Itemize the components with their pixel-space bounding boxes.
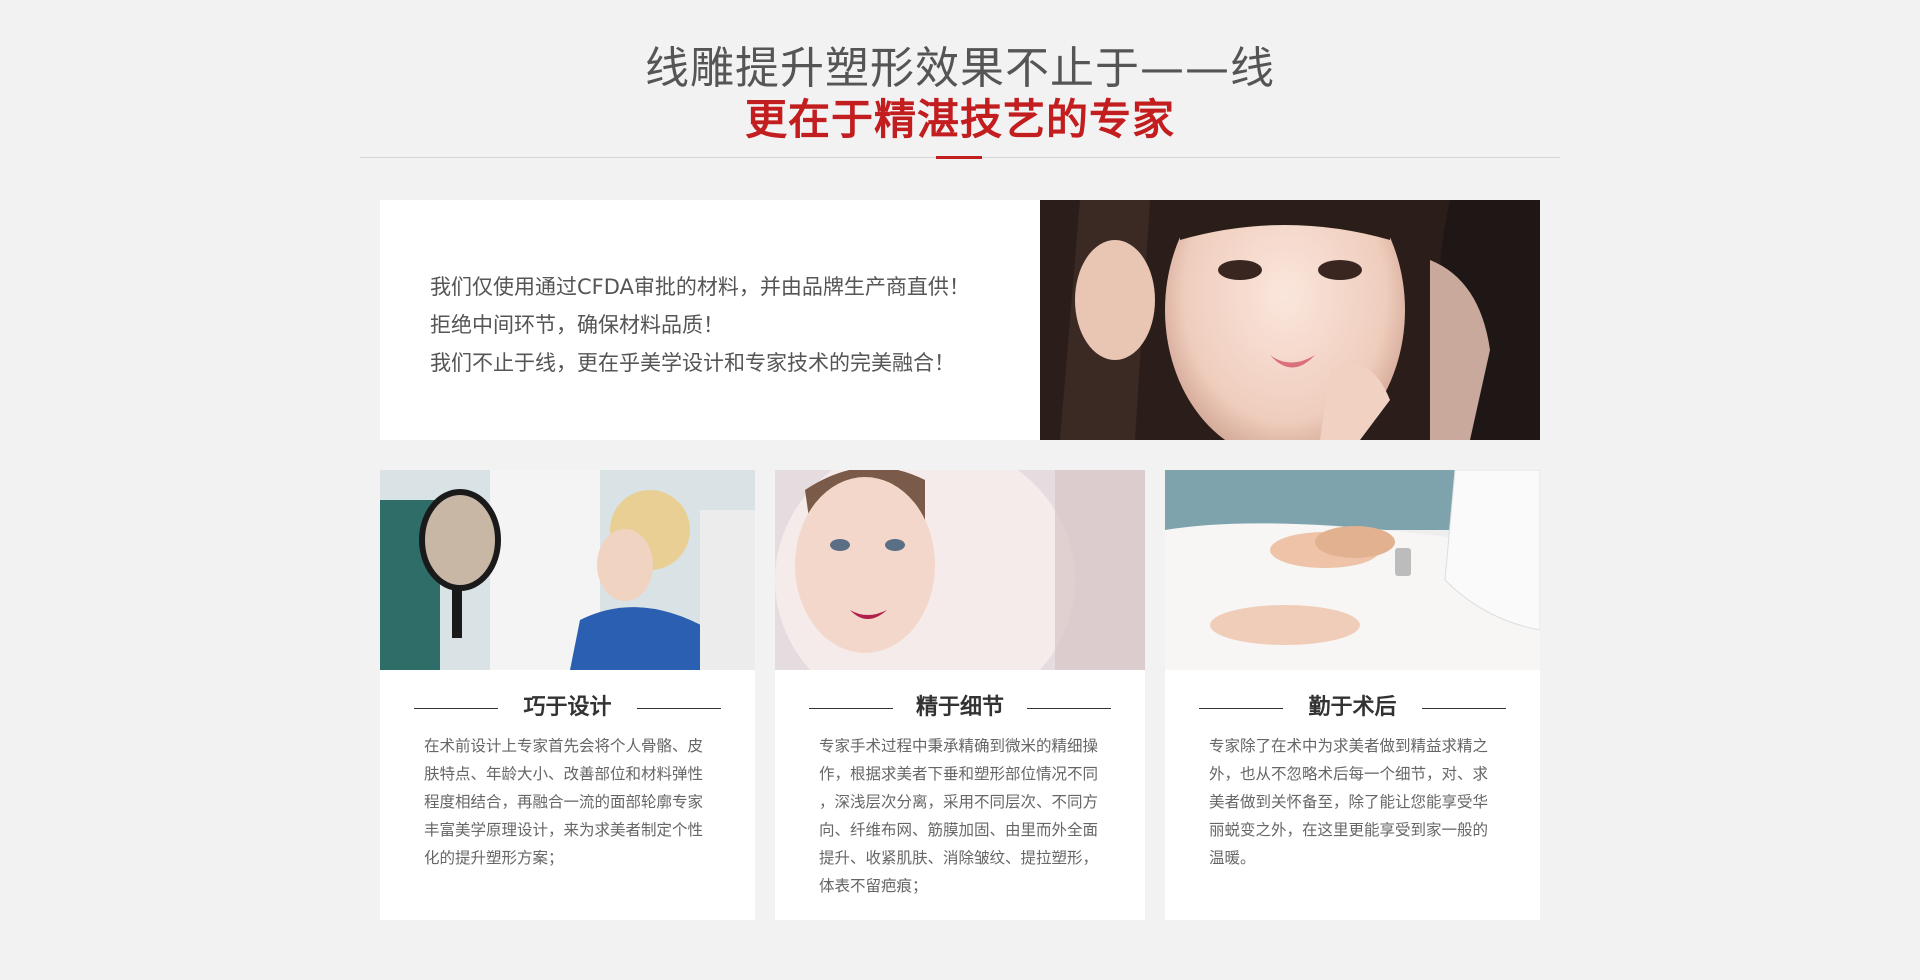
- card-text-line: 温暖。: [1209, 849, 1256, 867]
- card-text-line: 在术前设计上专家首先会将个人骨骼、皮: [424, 737, 704, 755]
- card-heading: 精于细节: [775, 692, 1145, 724]
- header-subtitle: 更在于精湛技艺的专家: [744, 95, 1175, 144]
- doctor-patient-illustration: [380, 470, 755, 670]
- card-text-line: 化的提升塑形方案；: [424, 849, 564, 867]
- card-text-line: 丽蜕变之外，在这里更能享受到家一般的: [1209, 821, 1489, 839]
- intro-line: 我们不止于线，更在乎美学设计和专家技术的完美融合！: [430, 351, 955, 375]
- card-heading: 巧于设计: [380, 692, 755, 724]
- intro-line: 我们仅使用通过CFDA审批的材料，并由品牌生产商直供！: [430, 275, 970, 299]
- heading-rule-right: [637, 708, 721, 709]
- card-text-line: 外，也从不忽略术后每一个细节，对、求: [1209, 765, 1489, 783]
- header-accent-bar: [936, 156, 982, 159]
- card-description: 专家除了在术中为求美者做到精益求精之 外，也从不忽略术后每一个细节，对、求 美者…: [1209, 732, 1504, 872]
- section-header: 线雕提升塑形效果不止于——线 更在于精湛技艺的专家: [0, 44, 1920, 146]
- card-text-line: 美者做到关怀备至，除了能让您能享受华: [1209, 793, 1489, 811]
- card-text-line: 提升、收紧肌肤、消除皱纹、提拉塑形，: [819, 849, 1099, 867]
- woman-face-illustration: [1040, 200, 1540, 440]
- intro-panel: 我们仅使用通过CFDA审批的材料，并由品牌生产商直供！ 拒绝中间环节，确保材料品…: [380, 200, 1540, 440]
- card-text-line: 程度相结合，再融合一流的面部轮廓专家: [424, 793, 704, 811]
- caring-hands-photo: [1165, 470, 1540, 670]
- woman-face-photo: [1040, 200, 1540, 440]
- card-description: 专家手术过程中秉承精确到微米的精细操 作，根据求美者下垂和塑形部位情况不同 ，深…: [819, 732, 1114, 900]
- page: 线雕提升塑形效果不止于——线 更在于精湛技艺的专家 我们仅使用通过CFDA审批的…: [0, 0, 1920, 980]
- card-description: 在术前设计上专家首先会将个人骨骼、皮 肤特点、年龄大小、改善部位和材料弹性 程度…: [424, 732, 719, 872]
- feature-card-aftercare: 勤于术后 专家除了在术中为求美者做到精益求精之 外，也从不忽略术后每一个细节，对…: [1165, 470, 1540, 920]
- heading-rule-right: [1422, 708, 1506, 709]
- woman-mirror-illustration: [775, 470, 1145, 670]
- card-text-line: 丰富美学原理设计，来为求美者制定个性: [424, 821, 704, 839]
- card-text-line: 肤特点、年龄大小、改善部位和材料弹性: [424, 765, 704, 783]
- header-title: 线雕提升塑形效果不止于——线: [645, 43, 1275, 94]
- heading-rule-right: [1027, 708, 1111, 709]
- intro-text: 我们仅使用通过CFDA审批的材料，并由品牌生产商直供！ 拒绝中间环节，确保材料品…: [430, 268, 1030, 382]
- feature-card-detail: 精于细节 专家手术过程中秉承精确到微米的精细操 作，根据求美者下垂和塑形部位情况…: [775, 470, 1145, 920]
- card-text-line: 专家除了在术中为求美者做到精益求精之: [1209, 737, 1489, 755]
- doctor-patient-photo: [380, 470, 755, 670]
- card-text-line: 体表不留疤痕；: [819, 877, 928, 895]
- card-text-line: 专家手术过程中秉承精确到微米的精细操: [819, 737, 1099, 755]
- intro-line: 拒绝中间环节，确保材料品质！: [430, 313, 724, 337]
- card-text-line: 向、纤维布网、筋膜加固、由里而外全面: [819, 821, 1099, 839]
- card-text-line: ，深浅层次分离，采用不同层次、不同方: [819, 793, 1099, 811]
- card-heading: 勤于术后: [1165, 692, 1540, 724]
- caring-hands-illustration: [1165, 470, 1540, 670]
- feature-card-design: 巧于设计 在术前设计上专家首先会将个人骨骼、皮 肤特点、年龄大小、改善部位和材料…: [380, 470, 755, 920]
- card-text-line: 作，根据求美者下垂和塑形部位情况不同: [819, 765, 1099, 783]
- woman-mirror-photo: [775, 470, 1145, 670]
